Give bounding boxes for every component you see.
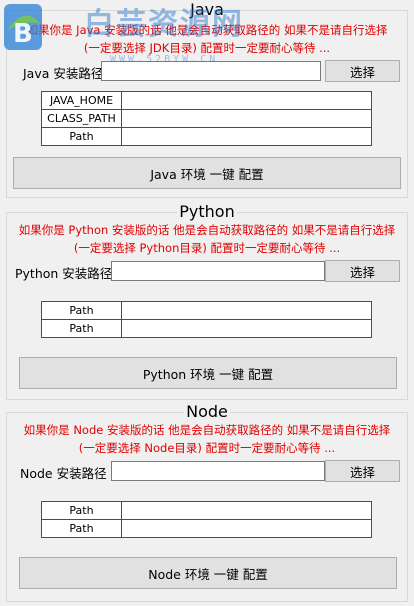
python-path-label: Python 安装路径: [15, 266, 113, 281]
java-group: Java 如果你是 Java 安装版的话 他是会自动获取路径的 如果不是请自行选…: [6, 0, 408, 198]
java-env-name: Path: [41, 127, 122, 146]
python-path-input[interactable]: [111, 261, 325, 281]
node-group: Node 如果你是 Node 安装版的话 他是会自动获取路径的 如果不是请自行选…: [6, 402, 408, 602]
table-row: CLASS_PATH: [41, 109, 372, 128]
table-row: JAVA_HOME: [41, 91, 372, 110]
python-group-title: Python: [177, 202, 237, 221]
python-configure-button[interactable]: Python 环境 一键 配置: [19, 357, 397, 389]
node-env-table: Path Path: [41, 501, 372, 538]
node-group-title: Node: [184, 402, 230, 421]
java-group-title: Java: [188, 0, 226, 19]
node-path-label: Node 安装路径: [20, 466, 107, 481]
java-configure-button[interactable]: Java 环境 一键 配置: [13, 157, 401, 189]
python-browse-button[interactable]: 选择: [325, 260, 400, 282]
node-notice-line1: 如果你是 Node 安装版的话 他是会自动获取路径的 如果不是请自行选择: [23, 423, 391, 437]
node-path-value-2[interactable]: [121, 519, 372, 538]
python-path-value-1[interactable]: [121, 301, 372, 320]
java-home-value[interactable]: [121, 91, 372, 110]
java-notice-line2: (一定要选择 JDK目录) 配置时一定要耐心等待 ...: [83, 41, 331, 55]
table-row: Path: [41, 301, 372, 320]
node-notice-line2: (一定要选择 Node目录) 配置时一定要耐心等待 ...: [78, 441, 336, 455]
python-env-name: Path: [41, 319, 122, 338]
node-env-name: Path: [41, 519, 122, 538]
node-path-input[interactable]: [111, 461, 325, 481]
java-path-var-value[interactable]: [121, 127, 372, 146]
python-group: Python 如果你是 Python 安装版的话 他是会自动获取路径的 如果不是…: [6, 202, 408, 400]
python-env-table: Path Path: [41, 301, 372, 338]
python-notice-line1: 如果你是 Python 安装版的话 他是会自动获取路径的 如果不是请自行选择: [18, 223, 396, 237]
java-env-table: JAVA_HOME CLASS_PATH Path: [41, 91, 372, 146]
node-browse-button[interactable]: 选择: [325, 460, 400, 482]
java-path-label: Java 安装路径: [23, 66, 104, 81]
java-env-name: JAVA_HOME: [41, 91, 122, 110]
python-env-name: Path: [41, 301, 122, 320]
python-notice-line2: (一定要选择 Python目录) 配置时一定要耐心等待 ...: [73, 241, 341, 255]
table-row: Path: [41, 519, 372, 538]
node-configure-button[interactable]: Node 环境 一键 配置: [19, 557, 397, 589]
class-path-value[interactable]: [121, 109, 372, 128]
table-row: Path: [41, 127, 372, 146]
python-path-value-2[interactable]: [121, 319, 372, 338]
node-env-name: Path: [41, 501, 122, 520]
java-notice-line1: 如果你是 Java 安装版的话 他是会自动获取路径的 如果不是请自行选择: [26, 23, 388, 37]
table-row: Path: [41, 501, 372, 520]
java-browse-button[interactable]: 选择: [325, 60, 400, 82]
java-path-input[interactable]: [101, 61, 321, 81]
node-path-value-1[interactable]: [121, 501, 372, 520]
table-row: Path: [41, 319, 372, 338]
java-env-name: CLASS_PATH: [41, 109, 122, 128]
